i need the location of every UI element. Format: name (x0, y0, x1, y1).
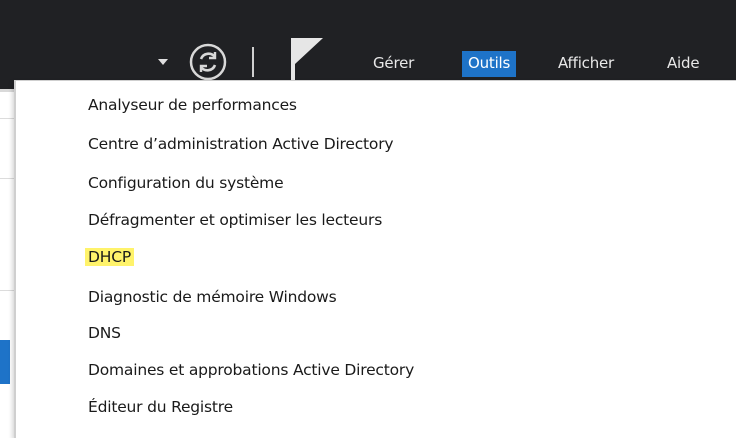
menu-item-label: Centre d’administration Active Directory (88, 135, 394, 153)
menu-gerer[interactable]: Gérer (367, 51, 420, 77)
menu-item-diagnostic-memoire[interactable]: Diagnostic de mémoire Windows (88, 285, 337, 309)
menu-item-label: Éditeur du Registre (88, 398, 233, 416)
server-manager-toolbar: Gérer Outils Afficher Aide (0, 0, 736, 92)
menu-item-analyseur-performances[interactable]: Analyseur de performances (88, 93, 297, 117)
menu-afficher[interactable]: Afficher (552, 51, 620, 77)
menu-item-label: DHCP (85, 248, 134, 266)
toolbar-separator (252, 47, 254, 77)
refresh-icon[interactable] (188, 42, 228, 82)
menu-item-label: Diagnostic de mémoire Windows (88, 288, 337, 306)
dropdown-arrow-icon[interactable] (158, 59, 168, 65)
menu-item-centre-admin-ad[interactable]: Centre d’administration Active Directory (88, 132, 394, 156)
tools-dropdown-menu: Analyseur de performances Centre d’admin… (14, 80, 736, 438)
menu-item-defragmenter[interactable]: Défragmenter et optimiser les lecteurs (88, 208, 382, 232)
panel-divider (0, 118, 14, 119)
menu-item-label: DNS (88, 324, 121, 342)
menu-item-dhcp[interactable]: DHCP (85, 245, 134, 269)
menu-aide[interactable]: Aide (661, 51, 705, 77)
menu-outils[interactable]: Outils (462, 51, 517, 77)
selected-nav-indicator (0, 340, 10, 384)
menu-item-label: Domaines et approbations Active Director… (88, 361, 415, 379)
menu-item-dns[interactable]: DNS (88, 321, 121, 345)
background-panel (0, 92, 14, 437)
menu-item-domaines-approbations[interactable]: Domaines et approbations Active Director… (88, 358, 414, 382)
panel-divider (0, 178, 14, 179)
menu-item-label: Configuration du système (88, 174, 284, 192)
menu-item-label: Analyseur de performances (88, 96, 297, 114)
menu-item-editeur-registre[interactable]: Éditeur du Registre (88, 395, 233, 419)
notifications-flag-icon[interactable] (289, 36, 325, 84)
menu-item-configuration-systeme[interactable]: Configuration du système (88, 171, 284, 195)
panel-divider (0, 290, 14, 291)
menu-item-label: Défragmenter et optimiser les lecteurs (88, 211, 383, 229)
